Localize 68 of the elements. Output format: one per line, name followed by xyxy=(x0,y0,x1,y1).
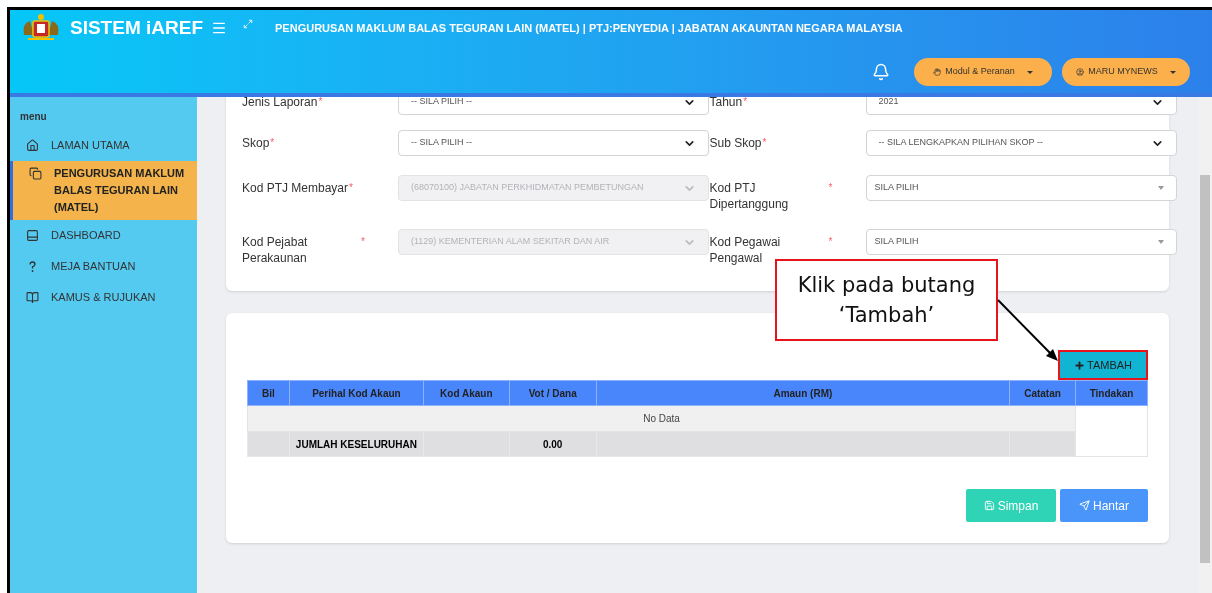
caret-icon xyxy=(1026,70,1033,74)
callout-text: Klik pada butang xyxy=(797,272,976,299)
select-field[interactable]: SILA PILIH xyxy=(865,175,1177,201)
required-mark: * xyxy=(270,136,275,150)
empty-table-message: No Data xyxy=(247,405,1076,432)
sidebar-item[interactable]: KAMUS & RUJUKAN xyxy=(10,282,197,313)
sidebar-item[interactable]: PENGURUSAN MAKLUM BALAS TEGURAN LAIN (MATEL) xyxy=(10,161,197,220)
column-header: Vot / Dana xyxy=(509,380,597,406)
field-label: Sub Skop xyxy=(709,135,762,151)
system-name: SISTEM iAREF xyxy=(70,15,203,40)
column-header: Amaun (RM) xyxy=(596,380,1010,406)
sidebar-item-label: KAMUS & RUJUKAN xyxy=(51,290,156,305)
pointer-arrow xyxy=(997,299,1058,361)
notification-bell-icon[interactable] xyxy=(872,63,890,81)
select-field[interactable]: 2021 xyxy=(865,97,1177,115)
book-icon xyxy=(26,291,39,304)
total-value: 0.00 xyxy=(509,431,597,457)
user-dropdown[interactable]: MARU MYNEWS xyxy=(1062,58,1190,86)
help-icon xyxy=(26,260,39,273)
field-label: Tahun xyxy=(709,97,743,110)
select-field[interactable]: -- SILA PILIH -- xyxy=(398,97,709,115)
save-icon xyxy=(983,500,995,511)
required-mark: * xyxy=(828,235,833,249)
select-field[interactable]: SILA PILIH xyxy=(865,229,1177,255)
field-label: Kod Pejabat Perakaunan xyxy=(242,234,309,266)
field-label: Kod Pegawai Pengawal xyxy=(709,234,782,266)
column-header: Kod Akaun xyxy=(423,380,510,406)
sidebar-item-label: MEJA BANTUAN xyxy=(51,259,136,274)
select-field[interactable]: -- SILA LENGKAPKAN PILIHAN SKOP -- xyxy=(865,130,1177,156)
hand-icon xyxy=(933,68,942,76)
sidebar-item-label: PENGURUSAN MAKLUM BALAS TEGURAN LAIN (MATEL) xyxy=(54,166,185,215)
sidebar-item-label: DASHBOARD xyxy=(51,228,121,243)
field-label: Skop xyxy=(242,135,270,151)
caret-icon xyxy=(1157,186,1164,190)
dashboard-icon xyxy=(26,229,39,242)
caret-icon xyxy=(1157,240,1164,244)
sidebar-heading: menu xyxy=(19,110,48,124)
required-mark: * xyxy=(743,97,748,109)
menu-icon[interactable] xyxy=(211,20,227,36)
sidebar-item[interactable]: DASHBOARD xyxy=(10,220,197,251)
required-mark: * xyxy=(349,181,353,195)
required-mark: * xyxy=(318,97,323,109)
column-header: Bil xyxy=(247,380,290,406)
sidebar-item[interactable]: MEJA BANTUAN xyxy=(10,251,197,282)
field-label: Kod PTJ Dipertanggung xyxy=(709,180,790,212)
sidebar-item-label: LAMAN UTAMA xyxy=(51,138,130,153)
required-mark: * xyxy=(762,136,767,148)
required-mark: * xyxy=(828,181,833,195)
fullscreen-icon[interactable] xyxy=(243,19,253,29)
column-header: Catatan xyxy=(1009,380,1076,406)
callout-text: ‘Tambah’ xyxy=(838,302,935,329)
required-mark: * xyxy=(361,235,365,249)
add-button[interactable]: TAMBAH xyxy=(1058,350,1148,380)
page-title: PENGURUSAN MAKLUM BALAS TEGURAN LAIN (MATEL) | PTJ:PENYEDIA | JABATAN AKAUNTAN NEGARA MALAYSIA xyxy=(275,20,903,36)
sidebar-item[interactable]: LAMAN UTAMA xyxy=(10,130,197,161)
home-icon xyxy=(26,139,39,152)
send-icon xyxy=(1079,500,1090,511)
column-header: Tindakan xyxy=(1075,380,1148,406)
total-label: JUMLAH KESELURUHAN xyxy=(289,431,424,457)
field-label: Kod PTJ Membayar xyxy=(242,180,349,196)
caret-icon xyxy=(1169,70,1176,74)
user-icon xyxy=(1076,68,1085,76)
plus-icon xyxy=(1074,359,1085,371)
module-role-dropdown[interactable]: Modul & Peranan xyxy=(914,58,1052,86)
field-label: Jenis Laporan xyxy=(242,97,318,110)
column-header: Perihal Kod Akaun xyxy=(289,380,424,406)
windows-icon xyxy=(29,167,42,180)
select-field[interactable]: -- SILA PILIH -- xyxy=(398,130,709,156)
